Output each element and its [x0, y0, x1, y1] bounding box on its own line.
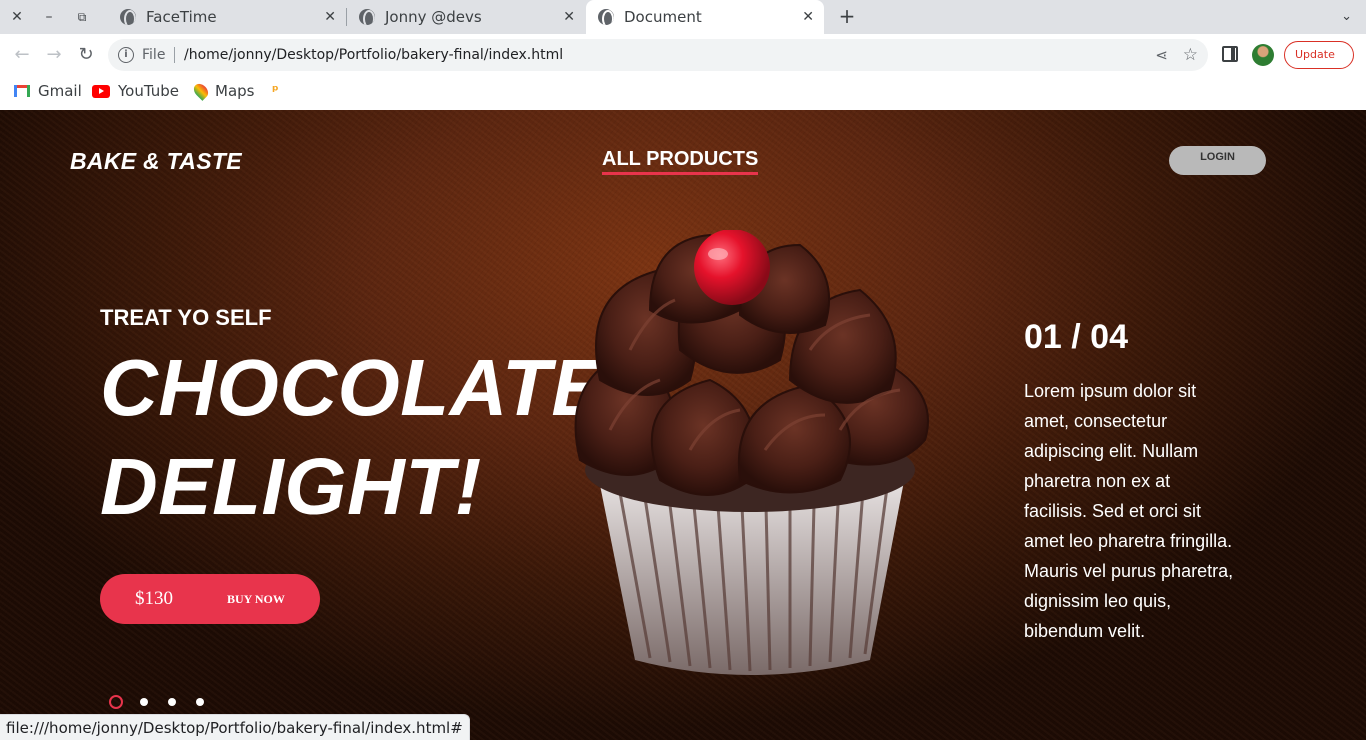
bookmark-label: Maps — [215, 82, 255, 100]
gmail-icon — [14, 85, 30, 97]
tab-title: FaceTime — [146, 8, 217, 26]
page-hero: BAKE & TASTE ALL PRODUCTS LOGIN TREAT YO… — [0, 110, 1366, 740]
bookmark-youtube[interactable]: YouTube — [92, 76, 179, 106]
side-panel-icon[interactable] — [1222, 46, 1238, 62]
tab-bar: ✕ – ⧉ FaceTime ✕ Jonny @devs ✕ Document … — [0, 0, 1366, 34]
bookmarks-bar: Gmail YouTube Maps ᵖ — [0, 76, 1366, 110]
slide-counter: 01 / 04 — [1024, 318, 1128, 356]
slide-dot-4[interactable] — [196, 698, 204, 706]
globe-icon — [359, 9, 375, 25]
product-description: Lorem ipsum dolor sit amet, consectetur … — [1024, 381, 1234, 641]
reload-icon[interactable]: ↻ — [74, 43, 98, 67]
tab-title: Jonny @devs — [385, 8, 482, 26]
tab-facetime[interactable]: FaceTime ✕ — [108, 0, 346, 34]
slide-dot-3[interactable] — [168, 698, 176, 706]
login-button[interactable]: LOGIN — [1169, 146, 1266, 175]
url-text[interactable]: /home/jonny/Desktop/Portfolio/bakery-fin… — [184, 39, 563, 71]
slide-indicators — [109, 695, 224, 709]
pumpkin-icon: ᵖ — [272, 83, 279, 99]
hero-subtitle: TREAT YO SELF — [100, 305, 272, 330]
bookmark-label: YouTube — [118, 82, 179, 100]
back-icon[interactable]: ← — [10, 43, 34, 67]
site-logo[interactable]: BAKE & TASTE — [70, 148, 242, 175]
divider — [174, 47, 175, 63]
product-price: $130 — [135, 588, 173, 609]
slide-dot-1[interactable] — [109, 695, 123, 709]
minimize-window-icon[interactable]: – — [34, 0, 64, 34]
profile-avatar[interactable] — [1252, 44, 1274, 66]
bookmark-label: Gmail — [38, 82, 82, 100]
buy-now-button[interactable]: $130 BUY NOW — [100, 574, 320, 624]
bookmark-pumpkin[interactable]: ᵖ — [272, 76, 290, 106]
globe-icon — [598, 9, 614, 25]
cupcake-image — [574, 230, 929, 675]
bookmark-gmail[interactable]: Gmail — [14, 76, 82, 106]
browser-toolbar: ← → ↻ i File /home/jonny/Desktop/Portfol… — [0, 34, 1366, 76]
close-tab-icon[interactable]: ✕ — [563, 0, 575, 34]
bookmark-maps[interactable]: Maps — [191, 76, 255, 106]
bookmark-star-icon[interactable]: ☆ — [1183, 39, 1198, 71]
tab-document[interactable]: Document ✕ — [586, 0, 824, 34]
forward-icon[interactable]: → — [42, 43, 66, 67]
all-products-link[interactable]: ALL PRODUCTS — [602, 148, 759, 175]
tab-jonny-devs[interactable]: Jonny @devs ✕ — [347, 0, 585, 34]
address-bar[interactable]: i File /home/jonny/Desktop/Portfolio/bak… — [108, 39, 1208, 71]
new-tab-icon[interactable]: + — [836, 0, 858, 34]
scheme-label: File — [142, 47, 166, 63]
share-icon[interactable]: ⋖ — [1155, 39, 1168, 71]
update-button[interactable]: Update ⋮ — [1284, 41, 1354, 69]
status-bar-url: file:///home/jonny/Desktop/Portfolio/bak… — [0, 714, 470, 740]
info-icon[interactable]: i — [118, 47, 134, 63]
close-tab-icon[interactable]: ✕ — [802, 0, 814, 34]
close-tab-icon[interactable]: ✕ — [324, 0, 336, 34]
update-label: Update — [1295, 48, 1335, 61]
globe-icon — [120, 9, 136, 25]
chevron-down-icon[interactable]: ⌄ — [1341, 0, 1352, 34]
restore-window-icon[interactable]: ⧉ — [67, 0, 97, 34]
youtube-icon — [92, 84, 110, 98]
tab-title: Document — [624, 8, 702, 26]
buy-now-label: BUY NOW — [227, 592, 285, 606]
close-window-icon[interactable]: ✕ — [2, 0, 32, 34]
slide-dot-2[interactable] — [140, 698, 148, 706]
maps-icon — [191, 81, 211, 101]
